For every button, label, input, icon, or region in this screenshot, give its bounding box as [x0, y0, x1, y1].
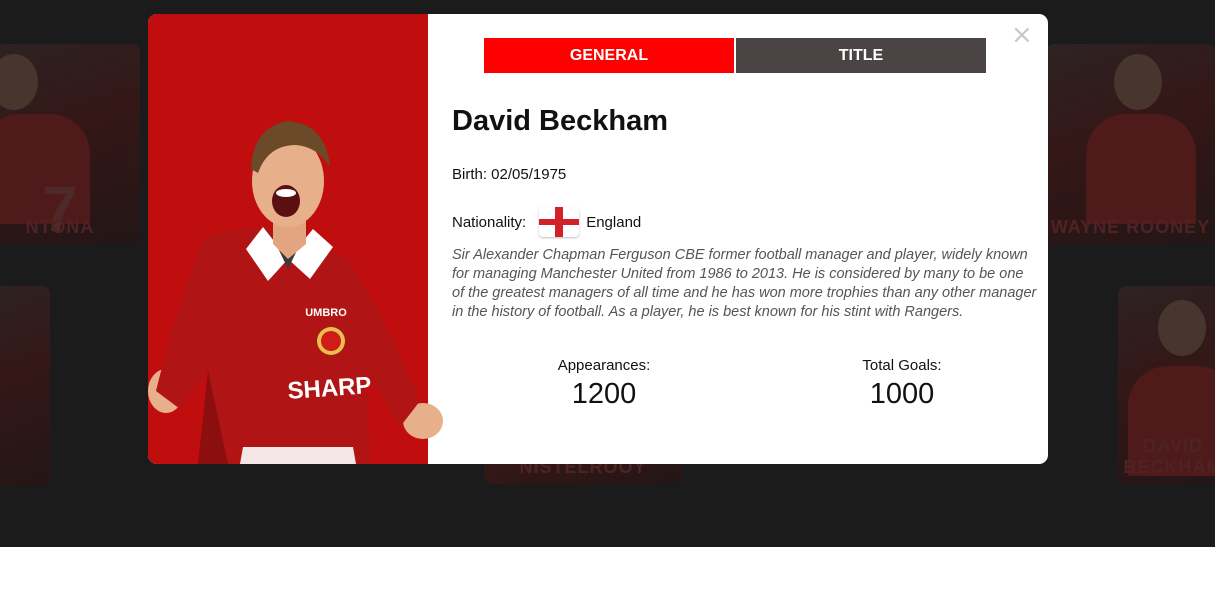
total-goals-label: Total Goals:: [862, 357, 942, 374]
birth-date: Birth: 02/05/1975: [452, 166, 567, 183]
nationality-value: England: [586, 213, 642, 231]
england-flag-icon: [539, 207, 580, 237]
tab-title[interactable]: TITLE: [736, 38, 986, 73]
total-goals-stat: Total Goals: 1000: [802, 357, 1002, 411]
modal-tabs: GENERAL TITLE: [484, 38, 986, 73]
nationality-label: Nationality:: [452, 213, 527, 231]
appearances-stat: Appearances: 1200: [504, 357, 704, 411]
player-bio: Sir Alexander Chapman Ferguson CBE forme…: [452, 247, 1037, 320]
total-goals-value: 1000: [869, 378, 935, 410]
appearances-label: Appearances:: [557, 357, 651, 374]
nationality-row: Nationality: England: [452, 207, 641, 237]
appearances-value: 1200: [571, 378, 637, 410]
player-card-background[interactable]: [0, 286, 50, 486]
player-detail-modal: UMBRO SHARP × GENERAL TITLE David Beckha…: [148, 14, 1048, 464]
player-card-background[interactable]: DAVID BECKHAM: [1118, 286, 1215, 484]
close-button[interactable]: ×: [1011, 22, 1033, 48]
player-name: David Beckham: [452, 105, 668, 137]
player-photo: UMBRO SHARP: [148, 121, 443, 464]
jersey-brand-text: UMBRO: [305, 307, 347, 319]
tab-general[interactable]: GENERAL: [484, 38, 734, 73]
player-card-background[interactable]: WAYNE ROONEY: [1046, 44, 1215, 244]
card-caption: WAYNE ROONEY: [1050, 217, 1211, 237]
card-caption: DAVID BECKHAM: [1123, 436, 1215, 477]
